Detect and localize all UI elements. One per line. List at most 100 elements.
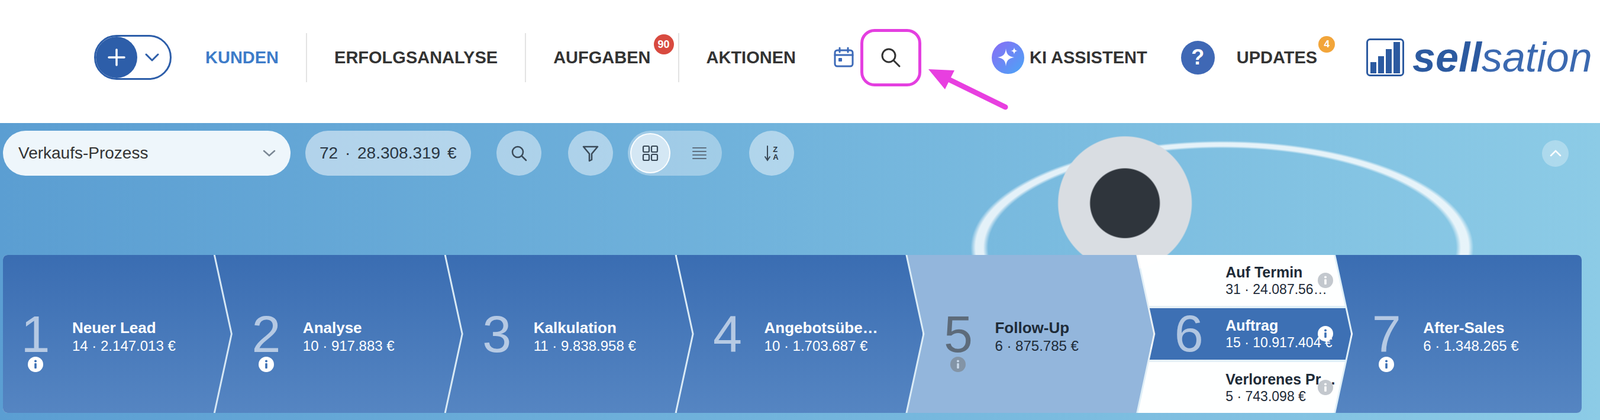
app: KUNDEN ERFOLGSANALYSE AUFGABEN90 AKTIONEN KI… xyxy=(0,0,1600,420)
pipeline-stage[interactable]: 7 After-Sales6 · 1.348.265 € xyxy=(1335,255,1582,414)
nav-item[interactable]: AKTIONEN xyxy=(679,47,824,68)
count-badge: 90 xyxy=(653,34,674,55)
add-circle[interactable] xyxy=(95,36,138,79)
pipeline-substage[interactable]: Auftrag15 · 10.917.404 € xyxy=(1137,308,1351,360)
search-icon[interactable] xyxy=(509,143,529,163)
view-toggle xyxy=(627,130,722,176)
nav-label[interactable]: AKTIONEN xyxy=(706,47,796,67)
sort-letter[interactable]: A xyxy=(772,153,779,161)
process-select[interactable]: Verkaufs-Prozess xyxy=(2,130,291,176)
stage-name: Neuer Lead xyxy=(72,318,176,338)
stage-text: Kalkulation11 · 9.838.958 € xyxy=(533,313,637,356)
substage-summary: 15 · 10.917.404 € xyxy=(1225,334,1314,351)
stage-number: 5 xyxy=(943,313,973,356)
updates-badge: 4 xyxy=(1318,36,1335,53)
nav-label[interactable]: KUNDEN xyxy=(205,47,279,67)
info-icon[interactable] xyxy=(950,356,966,373)
nav-tools xyxy=(832,28,922,87)
filter-button[interactable] xyxy=(568,130,614,176)
nav-separator xyxy=(678,33,680,83)
updates-label[interactable]: UPDATES4 xyxy=(1236,47,1318,67)
substage-text: Auf Termin31 · 24.087.56… xyxy=(1225,263,1314,298)
stage-number-column: 4 xyxy=(710,296,746,373)
nav-item[interactable]: KUNDEN xyxy=(178,47,306,68)
substage-name: Auftrag xyxy=(1225,316,1314,335)
updates-button[interactable]: UPDATES4 xyxy=(1236,47,1318,68)
stage-number-column: 1 xyxy=(17,296,54,373)
logo[interactable]: sellsation xyxy=(1366,36,1593,79)
nav-separator xyxy=(524,33,527,83)
grid-icon[interactable] xyxy=(641,144,660,163)
pipeline-stage[interactable]: 1 Neuer Lead14 · 2.147.013 € xyxy=(2,255,231,414)
process-label[interactable]: Verkaufs-Prozess xyxy=(18,143,148,163)
logo-part: sation xyxy=(1481,34,1593,81)
info-icon[interactable] xyxy=(1317,379,1334,396)
pipeline-substage[interactable]: Auf Termin31 · 24.087.56… xyxy=(1137,255,1351,306)
pipeline-stage[interactable]: 2 Analyse10 · 917.883 € xyxy=(215,255,462,414)
substage-name: Auf Termin xyxy=(1225,263,1314,282)
stage-text: After-Sales6 · 1.348.265 € xyxy=(1423,313,1519,356)
stage-summary: 11 · 9.838.958 € xyxy=(533,337,637,356)
calendar-button[interactable] xyxy=(832,46,856,69)
help-button[interactable]: ? xyxy=(1181,40,1215,75)
pipeline-stage[interactable]: Auf Termin31 · 24.087.56… Auftrag15 · 10.… xyxy=(1137,255,1351,414)
stage-text: Analyse10 · 917.883 € xyxy=(302,313,395,356)
top-nav: KUNDEN ERFOLGSANALYSE AUFGABEN90 AKTIONEN KI… xyxy=(0,0,1600,124)
filter-icon[interactable] xyxy=(581,143,600,163)
search-button[interactable] xyxy=(496,130,542,176)
info-icon[interactable] xyxy=(1317,326,1334,342)
stage-summary: 6 · 1.348.265 € xyxy=(1423,337,1519,356)
ai-assistant-label[interactable]: KI ASSISTENT xyxy=(1029,47,1148,68)
nav-label[interactable]: AUFGABEN90 xyxy=(553,47,651,67)
info-icon[interactable] xyxy=(27,356,44,373)
sparkle-icon[interactable] xyxy=(991,41,1025,74)
pipeline-summary: 72 · 28.308.319 € xyxy=(305,130,472,176)
arrow-down-icon[interactable] xyxy=(763,144,772,163)
ai-assistant-button[interactable]: KI ASSISTENT xyxy=(991,41,1148,74)
plus-icon xyxy=(106,47,127,68)
add-button[interactable] xyxy=(94,34,172,80)
stage-name: Kalkulation xyxy=(533,318,637,338)
stage-name: After-Sales xyxy=(1423,318,1519,338)
info-icon[interactable] xyxy=(1378,356,1395,373)
stage-text: Neuer Lead14 · 2.147.013 € xyxy=(72,313,176,356)
logo-part: sell xyxy=(1412,34,1482,81)
chevron-up-icon[interactable] xyxy=(1549,149,1563,158)
nav-item[interactable]: AUFGABEN90 xyxy=(526,47,678,68)
pipeline-stage[interactable]: 3Kalkulation11 · 9.838.958 € xyxy=(446,255,693,414)
info-spacer xyxy=(489,356,505,373)
nav-separator xyxy=(305,33,308,83)
nav-label[interactable]: ERFOLGSANALYSE xyxy=(334,47,498,67)
pipeline-band: Verkaufs-Prozess 72 · 28.308.319 € ZA 1 Neue… xyxy=(0,123,1600,420)
bar-chart-logo-icon xyxy=(1366,38,1405,77)
pipeline-substage[interactable]: Verlorenes Pr…5 · 743.098 € xyxy=(1137,362,1351,414)
list-view-button[interactable] xyxy=(679,133,720,174)
stage-text: Follow-Up6 · 875.785 € xyxy=(994,313,1079,356)
chevron-down-icon[interactable] xyxy=(262,149,277,158)
stage-number-column: 7 xyxy=(1368,296,1405,373)
nav-item[interactable]: ERFOLGSANALYSE xyxy=(307,47,525,68)
stage-text: Angebotsübe…10 · 1.703.687 € xyxy=(764,313,879,356)
stage-number-column: 2 xyxy=(248,296,285,373)
sort-button[interactable]: ZA xyxy=(749,130,795,176)
stage-name: Analyse xyxy=(302,318,395,338)
info-icon[interactable] xyxy=(258,356,274,373)
pipeline-stage[interactable]: 5 Follow-Up6 · 875.785 € xyxy=(907,255,1154,414)
stage-summary: 10 · 1.703.687 € xyxy=(764,337,879,356)
collapse-button[interactable] xyxy=(1542,140,1569,167)
chevron-down-icon[interactable] xyxy=(144,52,160,63)
substage-text: Auftrag15 · 10.917.404 € xyxy=(1225,316,1314,351)
grid-view-button[interactable] xyxy=(630,133,671,174)
substage-name: Verlorenes Pr… xyxy=(1225,370,1314,389)
search-icon[interactable] xyxy=(879,46,902,69)
sort-letter[interactable]: Z xyxy=(772,145,779,154)
list-icon[interactable] xyxy=(690,144,709,163)
stage-summary: 14 · 2.147.013 € xyxy=(72,337,176,356)
info-icon[interactable] xyxy=(1317,272,1334,289)
stage-number: 4 xyxy=(713,313,743,356)
sort-letters[interactable]: ZA xyxy=(772,145,779,161)
pipeline-stage[interactable]: 4 Angebotsübe…10 · 1.703.687 € xyxy=(676,255,924,414)
substage-summary: 31 · 24.087.56… xyxy=(1225,281,1314,298)
search-button[interactable] xyxy=(860,28,922,87)
calendar-icon[interactable] xyxy=(832,46,856,69)
